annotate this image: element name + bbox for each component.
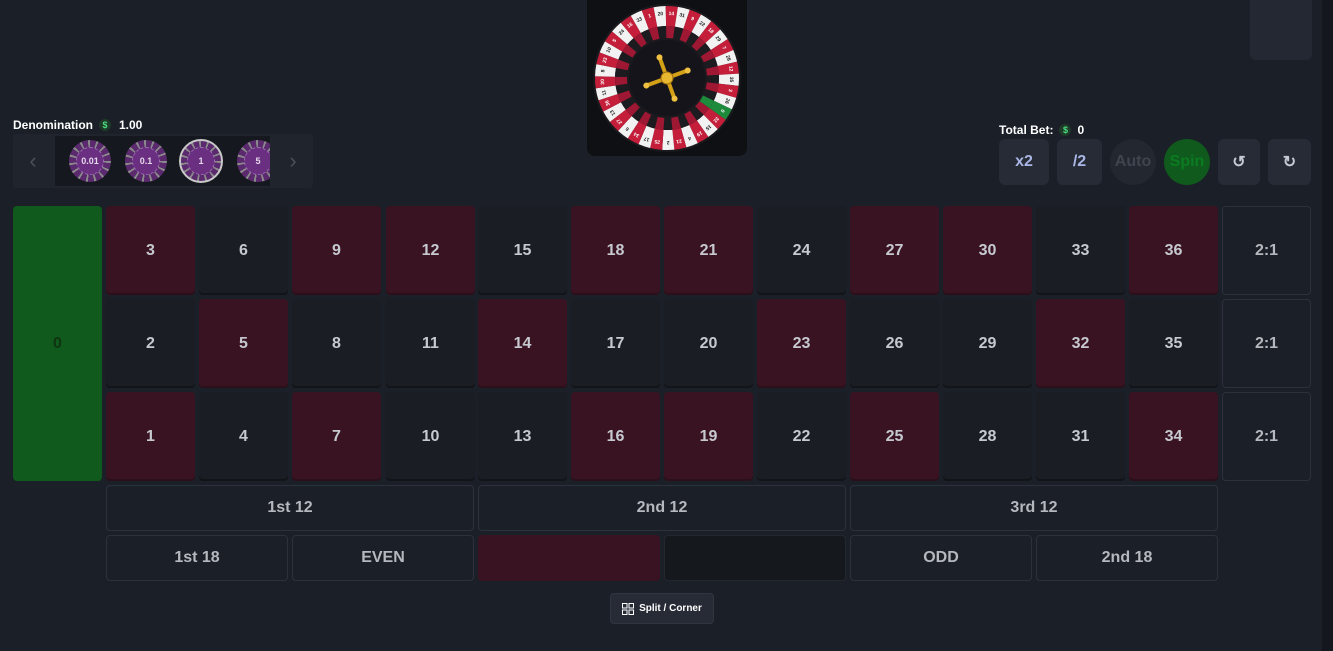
number-cell-7[interactable]: 7 xyxy=(292,392,381,481)
number-cell-14[interactable]: 14 xyxy=(478,299,567,388)
chip-1[interactable]: 1 xyxy=(179,139,223,183)
dollar-icon: $ xyxy=(1059,124,1072,136)
number-cell-22[interactable]: 22 xyxy=(757,392,846,481)
wheel-number: 35 xyxy=(728,77,734,83)
spin-button[interactable]: Spin xyxy=(1164,139,1210,185)
wheel-pocket-inner xyxy=(706,74,719,84)
wheel-pocket-inner xyxy=(663,117,673,130)
low-bet[interactable]: 1st 18 xyxy=(106,535,288,581)
number-cell-12[interactable]: 12 xyxy=(386,206,475,295)
wheel-number: 2 xyxy=(666,139,669,145)
wheel-number: 12 xyxy=(727,66,734,73)
split-corner-label: Split / Corner xyxy=(639,603,702,614)
dozen-bet-1[interactable]: 1st 12 xyxy=(106,485,474,531)
number-cell-36[interactable]: 36 xyxy=(1129,206,1218,295)
total-bet-label: Total Bet: xyxy=(999,123,1054,137)
chip-label: 0.01 xyxy=(81,156,99,166)
wheel-number: 20 xyxy=(657,11,663,18)
number-cell-11[interactable]: 11 xyxy=(386,299,475,388)
undo-icon[interactable]: ↺ xyxy=(1218,139,1260,185)
number-cell-26[interactable]: 26 xyxy=(850,299,939,388)
chip-list: 0.01 0.1 1 5 xyxy=(55,136,270,186)
chip-label: 5 xyxy=(255,156,261,166)
roulette-wheel: 0 32 15 19 4 21 2 25 17 34 6 27 13 36 11 30 8 23 10 5 24 16 33… xyxy=(587,0,747,156)
wheel-number: 25 xyxy=(654,138,661,145)
number-cell-35[interactable]: 35 xyxy=(1129,299,1218,388)
denomination-label: Denomination $ 1.00 xyxy=(13,118,142,132)
number-cell-31[interactable]: 31 xyxy=(1036,392,1125,481)
number-cell-23[interactable]: 23 xyxy=(757,299,846,388)
double-bet-button[interactable]: x2 xyxy=(999,139,1049,185)
wheel-number: 30 xyxy=(600,79,606,85)
dozen-bet-2[interactable]: 2nd 12 xyxy=(478,485,846,531)
number-cell-30[interactable]: 30 xyxy=(943,206,1032,295)
number-cell-27[interactable]: 27 xyxy=(850,206,939,295)
number-zero[interactable]: 0 xyxy=(13,206,102,481)
number-cell-25[interactable]: 25 xyxy=(850,392,939,481)
number-cell-18[interactable]: 18 xyxy=(571,206,660,295)
denomination-title: Denomination xyxy=(13,118,93,132)
grid-icon xyxy=(622,602,635,615)
chip-0-01[interactable]: 0.01 xyxy=(69,140,111,182)
page-right-edge xyxy=(1322,0,1333,651)
total-bet: Total Bet: $ 0 xyxy=(999,123,1084,137)
total-bet-value: 0 xyxy=(1077,123,1085,137)
top-right-panel xyxy=(1250,0,1312,60)
number-cell-24[interactable]: 24 xyxy=(757,206,846,295)
high-bet[interactable]: 2nd 18 xyxy=(1036,535,1218,581)
number-cell-13[interactable]: 13 xyxy=(478,392,567,481)
number-cell-1[interactable]: 1 xyxy=(106,392,195,481)
number-cell-5[interactable]: 5 xyxy=(199,299,288,388)
number-cell-3[interactable]: 3 xyxy=(106,206,195,295)
denomination-value: 1.00 xyxy=(119,118,143,132)
number-cell-6[interactable]: 6 xyxy=(199,206,288,295)
number-cell-16[interactable]: 16 xyxy=(571,392,660,481)
number-cell-33[interactable]: 33 xyxy=(1036,206,1125,295)
wheel-graphic: 0321519421225173462713361130823105241633… xyxy=(593,4,741,152)
split-corner-button[interactable]: Split / Corner xyxy=(610,593,714,624)
half-bet-button[interactable]: /2 xyxy=(1057,139,1102,185)
number-cell-10[interactable]: 10 xyxy=(386,392,475,481)
dozen-bet-3[interactable]: 3rd 12 xyxy=(850,485,1218,531)
dollar-icon: $ xyxy=(99,119,111,131)
number-cell-21[interactable]: 21 xyxy=(664,206,753,295)
number-cell-34[interactable]: 34 xyxy=(1129,392,1218,481)
number-cell-20[interactable]: 20 xyxy=(664,299,753,388)
number-cell-29[interactable]: 29 xyxy=(943,299,1032,388)
red-bet[interactable] xyxy=(478,535,660,581)
number-cell-8[interactable]: 8 xyxy=(292,299,381,388)
refresh-icon[interactable]: ↻ xyxy=(1268,139,1311,185)
number-cell-4[interactable]: 4 xyxy=(199,392,288,481)
number-cell-32[interactable]: 32 xyxy=(1036,299,1125,388)
chevron-left-icon[interactable]: ‹ xyxy=(13,134,53,188)
chip-label: 1 xyxy=(198,156,204,166)
number-cell-28[interactable]: 28 xyxy=(943,392,1032,481)
number-cell-19[interactable]: 19 xyxy=(664,392,753,481)
chip-label: 0.1 xyxy=(139,156,153,166)
number-cell-17[interactable]: 17 xyxy=(571,299,660,388)
black-bet[interactable] xyxy=(664,535,846,581)
chevron-right-icon[interactable]: › xyxy=(273,134,313,188)
chip-5[interactable]: 5 xyxy=(237,140,270,182)
column-bet-2[interactable]: 2:1 xyxy=(1222,299,1311,388)
number-cell-2[interactable]: 2 xyxy=(106,299,195,388)
odd-bet[interactable]: ODD xyxy=(850,535,1032,581)
chip-0-1[interactable]: 0.1 xyxy=(125,140,167,182)
column-bet-1[interactable]: 2:1 xyxy=(1222,206,1311,295)
chip-selector: ‹ 0.01 0.1 1 5 › xyxy=(13,134,313,188)
auto-button[interactable]: Auto xyxy=(1110,139,1156,185)
even-bet[interactable]: EVEN xyxy=(292,535,474,581)
column-bet-3[interactable]: 2:1 xyxy=(1222,392,1311,481)
number-cell-9[interactable]: 9 xyxy=(292,206,381,295)
number-cell-15[interactable]: 15 xyxy=(478,206,567,295)
wheel-number: 14 xyxy=(668,11,674,17)
